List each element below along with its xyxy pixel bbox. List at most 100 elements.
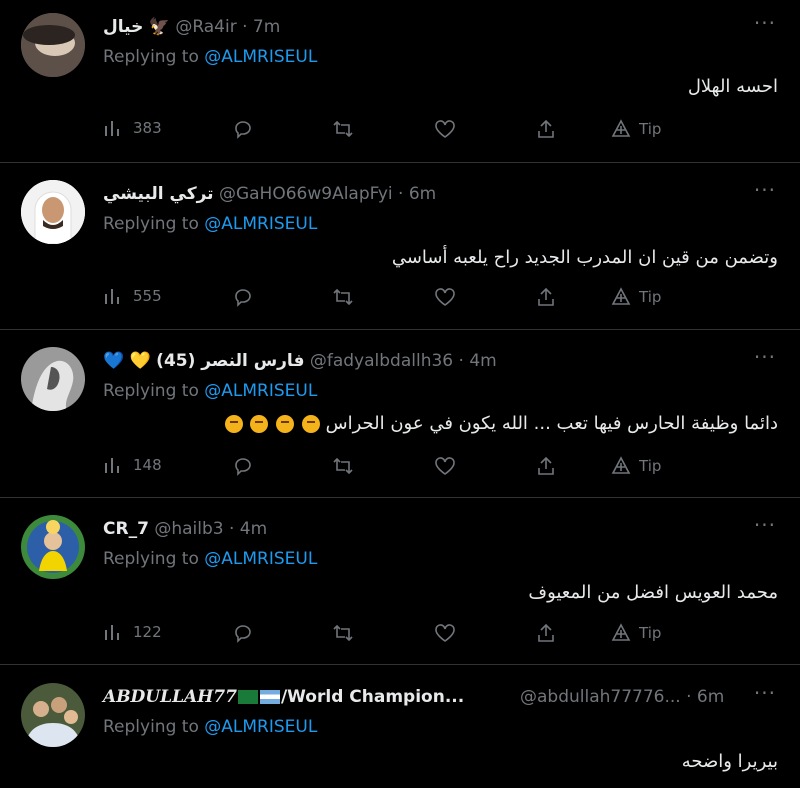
more-icon[interactable]: ···	[754, 11, 776, 35]
views-count: 555	[133, 287, 162, 305]
timestamp[interactable]: · 4m	[229, 519, 267, 539]
retweet-icon	[333, 120, 353, 138]
thinking-face-icon	[250, 415, 269, 433]
mention-link[interactable]: @ALMRISEUL	[204, 214, 317, 234]
avatar[interactable]	[21, 683, 85, 747]
share-button[interactable]	[536, 119, 556, 139]
timestamp[interactable]: · 7m	[242, 17, 280, 37]
like-button[interactable]	[434, 623, 456, 643]
action-bar: 383 Tip	[103, 119, 683, 145]
tip-icon	[611, 287, 631, 305]
like-button[interactable]	[434, 287, 456, 307]
replying-to: Replying to @ALMRISEUL	[103, 717, 317, 737]
views-count: 383	[133, 119, 162, 137]
reply-icon	[235, 121, 251, 139]
display-name[interactable]: فارس النصر (45)	[156, 351, 304, 371]
display-name[interactable]: تركي البيشي	[103, 184, 214, 204]
display-name-suffix[interactable]: /World Champion...	[281, 687, 464, 707]
views-count: 148	[133, 456, 162, 474]
retweet-button[interactable]	[332, 456, 354, 476]
views-button[interactable]: 555	[103, 287, 162, 305]
replying-label: Replying to	[103, 717, 199, 737]
tweet[interactable]: خيال 🦅 @Ra4ir · 7m ··· Replying to @ALMR…	[0, 0, 800, 163]
tip-button[interactable]: Tip	[611, 623, 661, 643]
tip-icon	[611, 623, 631, 641]
heart-icon	[435, 120, 455, 138]
retweet-icon	[333, 624, 353, 642]
avatar[interactable]	[21, 180, 85, 244]
analytics-icon	[105, 458, 119, 473]
display-name[interactable]: خيال	[103, 17, 143, 37]
more-icon[interactable]: ···	[754, 178, 776, 202]
views-button[interactable]: 148	[103, 456, 162, 474]
replying-to: Replying to @ALMRISEUL	[103, 381, 317, 401]
tip-label: Tip	[639, 120, 662, 138]
share-button[interactable]	[536, 287, 556, 307]
blue-heart-icon: 💙	[103, 351, 125, 371]
avatar[interactable]	[21, 13, 85, 77]
reply-button[interactable]	[233, 119, 253, 139]
mention-link[interactable]: @ALMRISEUL	[204, 47, 317, 67]
heart-icon	[435, 457, 455, 475]
avatar[interactable]	[21, 347, 85, 411]
reply-button[interactable]	[233, 623, 253, 643]
retweet-icon	[333, 288, 353, 306]
tweet[interactable]: تركي البيشي @GaHO66w9AlapFyi · 6m ··· Re…	[0, 163, 800, 330]
tweet-header: 💙 💛 فارس النصر (45) @fadyalbdallh36 · 4m	[103, 351, 740, 375]
timestamp[interactable]: · 6m	[686, 687, 724, 707]
views-button[interactable]: 383	[103, 119, 162, 137]
heart-icon	[435, 288, 455, 306]
timestamp[interactable]: · 4m	[459, 351, 497, 371]
mention-link[interactable]: @ALMRISEUL	[204, 549, 317, 569]
yellow-heart-icon: 💛	[129, 351, 151, 371]
tweet[interactable]: 💙 💛 فارس النصر (45) @fadyalbdallh36 · 4m…	[0, 330, 800, 498]
handle[interactable]: @Ra4ir	[175, 17, 236, 37]
analytics-icon	[105, 625, 119, 640]
argentina-flag-icon	[259, 690, 280, 704]
retweet-button[interactable]	[332, 623, 354, 643]
tweet[interactable]: 𝑨𝑩𝑫𝑼𝑳𝑳𝑨𝑯77/World Champion... @abdullah77…	[0, 665, 800, 788]
more-icon[interactable]: ···	[754, 681, 776, 705]
thinking-face-icon	[301, 415, 320, 433]
action-bar: 122 Tip	[103, 623, 683, 649]
handle[interactable]: @GaHO66w9AlapFyi	[219, 184, 393, 204]
display-name[interactable]: 𝑨𝑩𝑫𝑼𝑳𝑳𝑨𝑯77	[103, 687, 237, 707]
retweet-button[interactable]	[332, 119, 354, 139]
heart-icon	[435, 624, 455, 642]
tip-label: Tip	[639, 624, 662, 642]
mention-link[interactable]: @ALMRISEUL	[204, 717, 317, 737]
replying-label: Replying to	[103, 214, 199, 234]
reply-icon	[235, 289, 251, 307]
more-icon[interactable]: ···	[754, 513, 776, 537]
saudi-flag-icon	[237, 690, 258, 704]
like-button[interactable]	[434, 456, 456, 476]
share-button[interactable]	[536, 623, 556, 643]
replying-to: Replying to @ALMRISEUL	[103, 47, 317, 67]
tweet-text: محمد العويس افضل من المعيوف	[528, 582, 778, 603]
like-button[interactable]	[434, 119, 456, 139]
tip-button[interactable]: Tip	[611, 119, 661, 139]
share-icon	[538, 456, 554, 475]
more-icon[interactable]: ···	[754, 345, 776, 369]
handle[interactable]: @abdullah77776...	[520, 687, 681, 707]
tweet-text: وتضمن من قين ان المدرب الجديد راح يلعبه …	[391, 247, 778, 268]
action-bar: 555 Tip	[103, 287, 683, 313]
tip-label: Tip	[639, 457, 662, 475]
retweet-button[interactable]	[332, 287, 354, 307]
mention-link[interactable]: @ALMRISEUL	[204, 381, 317, 401]
share-icon	[538, 287, 554, 306]
tweet[interactable]: CR_7 @hailb3 · 4m ··· Replying to @ALMRI…	[0, 498, 800, 665]
reply-button[interactable]	[233, 456, 253, 476]
avatar[interactable]	[21, 515, 85, 579]
replying-to: Replying to @ALMRISEUL	[103, 549, 317, 569]
tweet-meta: @abdullah77776... · 6m	[520, 687, 724, 707]
handle[interactable]: @hailb3	[154, 519, 223, 539]
share-button[interactable]	[536, 456, 556, 476]
tip-button[interactable]: Tip	[611, 456, 661, 476]
reply-button[interactable]	[233, 287, 253, 307]
handle[interactable]: @fadyalbdallh36	[310, 351, 453, 371]
timestamp[interactable]: · 6m	[398, 184, 436, 204]
display-name[interactable]: CR_7	[103, 519, 149, 539]
views-button[interactable]: 122	[103, 623, 162, 641]
tip-button[interactable]: Tip	[611, 287, 661, 307]
